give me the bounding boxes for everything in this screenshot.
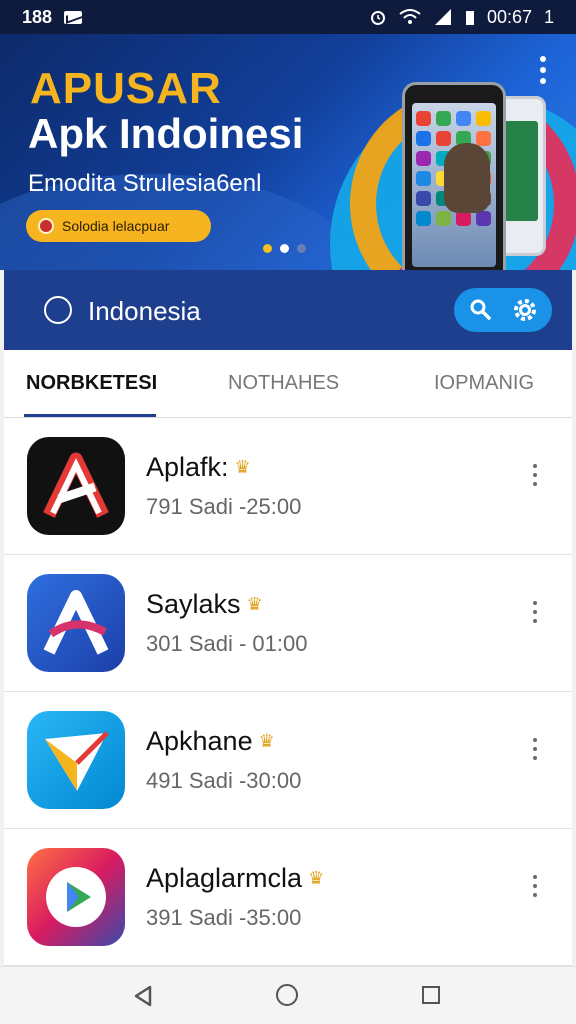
banner-subtitle: Emodita Strulesia6enl: [28, 170, 262, 197]
app-name: Aplaglarmcla: [146, 863, 303, 893]
alarm-icon: [370, 11, 385, 25]
carousel-dot[interactable]: [263, 244, 272, 253]
recent-apps-icon[interactable]: [422, 986, 440, 1004]
app-list: Aplafk: ♛ 791 Sadi -25:00 Saylaks ♛ 301 Sa…: [4, 418, 572, 966]
carousel-indicator: [263, 244, 306, 253]
status-time: 188: [22, 6, 53, 27]
play-triangle-icon: [27, 848, 125, 946]
search-input[interactable]: Indonesia: [88, 296, 201, 327]
search-actions: [454, 288, 552, 332]
more-options-button[interactable]: [530, 464, 540, 486]
tab-bar: NORBKETESI NOTHAHES IOPMANIG: [4, 350, 572, 418]
system-nav-bar: [0, 966, 576, 1024]
banner-cta-label: Solodia lelacpuar: [62, 218, 170, 234]
radio-icon[interactable]: [44, 296, 72, 324]
crown-icon: ♛: [234, 457, 251, 477]
app-meta: 391 Sadi -35:00: [146, 905, 302, 930]
crown-icon: ♛: [258, 731, 275, 751]
status-bar: 188 00:67 1: [0, 0, 576, 34]
list-item[interactable]: Apkhane ♛ 491 Sadi -30:00: [4, 692, 572, 829]
mail-notification-icon: [64, 10, 83, 24]
status-clock: 00:67: [486, 6, 532, 27]
app-meta: 301 Sadi - 01:00: [146, 631, 308, 656]
active-tab-indicator: [24, 414, 156, 417]
more-options-button[interactable]: [530, 601, 540, 623]
tab-norbketesi[interactable]: NORBKETESI: [26, 372, 157, 395]
search-bar[interactable]: Indonesia: [4, 270, 572, 350]
phone-illustration: [402, 82, 506, 270]
app-name: Apkhane: [146, 726, 253, 756]
app-meta: 491 Sadi -30:00: [146, 768, 302, 793]
search-icon[interactable]: [468, 297, 492, 321]
app-name: Saylaks: [146, 589, 241, 619]
tab-iopmanig[interactable]: IOPMANIG: [434, 372, 534, 395]
paper-plane-icon: [27, 711, 125, 809]
list-item[interactable]: Saylaks ♛ 301 Sadi - 01:00: [4, 555, 572, 692]
carousel-dot[interactable]: [280, 244, 289, 253]
carousel-dot[interactable]: [297, 244, 306, 253]
banner-cta-button[interactable]: Solodia lelacpuar: [26, 210, 211, 242]
banner-more-button[interactable]: [538, 56, 548, 84]
list-item[interactable]: Aplaglarmcla ♛ 391 Sadi -35:00: [4, 829, 572, 966]
wifi-icon: [399, 9, 421, 24]
app-name: Aplafk:: [146, 452, 229, 482]
back-icon[interactable]: [132, 985, 154, 1007]
badge-icon: [38, 218, 54, 234]
app-meta: 791 Sadi -25:00: [146, 494, 302, 519]
more-options-button[interactable]: [530, 738, 540, 760]
home-icon[interactable]: [276, 984, 298, 1006]
letter-a-red-icon: [27, 437, 125, 535]
battery-level: 1: [543, 6, 554, 27]
banner-title: APUSAR: [30, 64, 222, 113]
letter-a-purple-icon: [27, 574, 125, 672]
gear-icon[interactable]: [512, 297, 538, 323]
signal-icon: [434, 9, 451, 25]
crown-icon: ♛: [246, 594, 263, 614]
tab-nothahes[interactable]: NOTHAHES: [228, 372, 339, 395]
banner-heading: Apk Indoinesi: [28, 110, 304, 157]
otter-image: [444, 143, 490, 213]
battery-small-icon: [465, 11, 474, 25]
crown-icon: ♛: [308, 868, 325, 888]
list-item[interactable]: Aplafk: ♛ 791 Sadi -25:00: [4, 418, 572, 555]
more-options-button[interactable]: [530, 875, 540, 897]
promo-banner[interactable]: APUSAR Apk Indoinesi Emodita Strulesia6e…: [0, 34, 576, 270]
